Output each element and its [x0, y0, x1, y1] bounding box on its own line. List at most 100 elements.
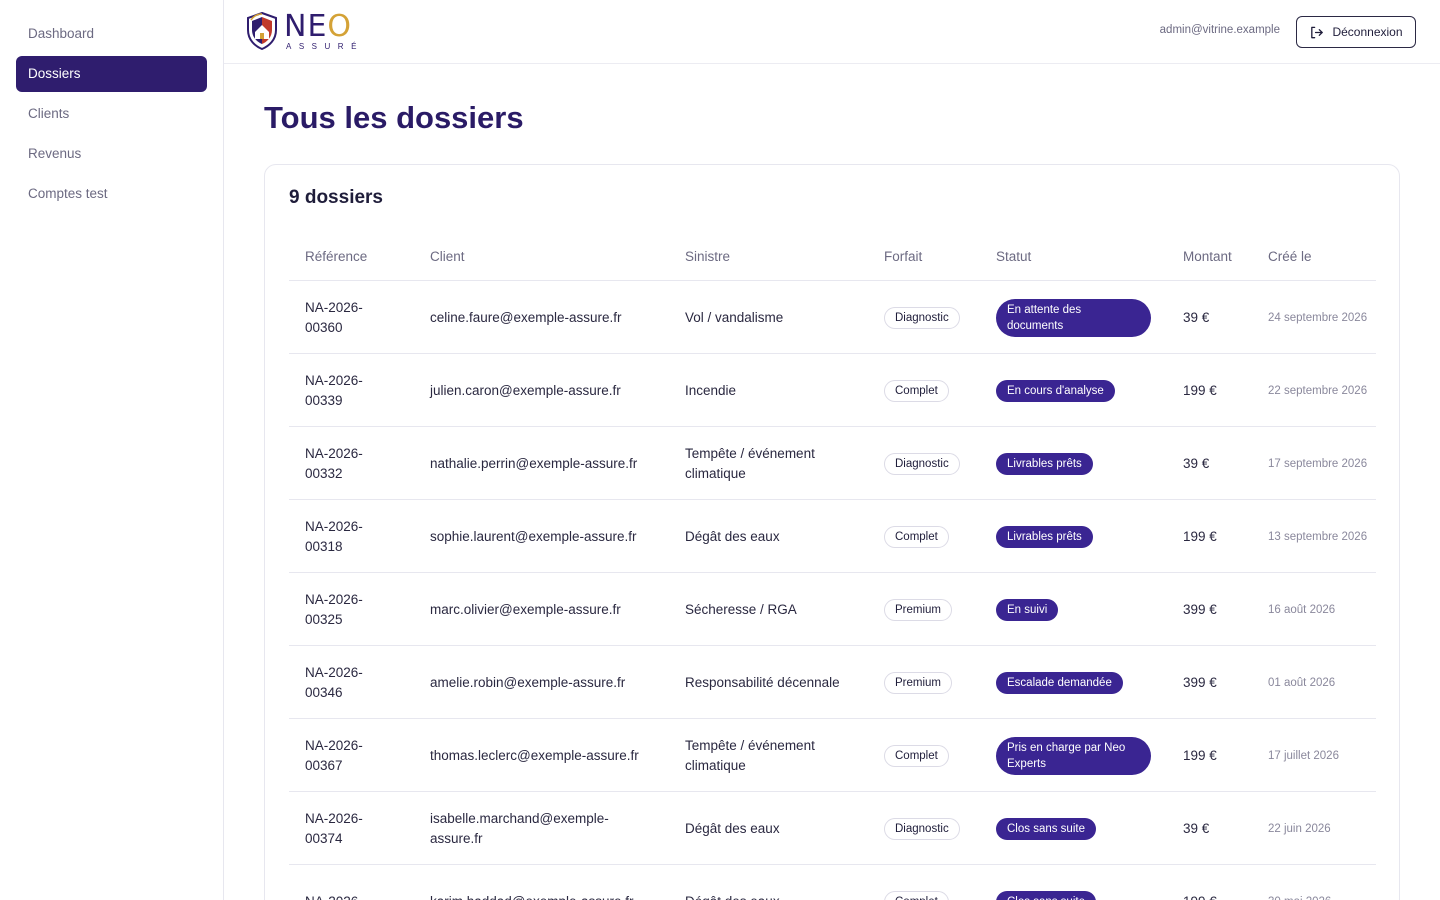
- col-header-cree-le[interactable]: Créé le: [1268, 249, 1312, 264]
- cell-client: nathalie.perrin@exemple-assure.fr: [430, 455, 638, 471]
- cell-sinistre: Responsabilité décennale: [685, 674, 840, 690]
- table-row[interactable]: NA-2026-00339 julien.caron@exemple-assure…: [289, 354, 1376, 427]
- cell-cree-le: 13 septembre 2026: [1268, 530, 1368, 543]
- cell-sinistre: Sécheresse / RGA: [685, 601, 797, 617]
- status-badge: Clos sans suite: [996, 890, 1096, 900]
- sidebar-item-dashboard[interactable]: Dashboard: [16, 16, 207, 52]
- cell-forfait: Premium: [884, 646, 984, 719]
- status-badge: En cours d'analyse: [996, 379, 1115, 402]
- forfait-badge: Diagnostic: [884, 817, 960, 840]
- table-row[interactable]: NA-2026- karim.haddad@exemple-assure.fr Dé…: [289, 865, 1376, 900]
- col-header-sinistre[interactable]: Sinistre: [685, 249, 730, 264]
- cell-reference[interactable]: NA-2026-00360: [305, 281, 395, 354]
- cell-reference[interactable]: NA-2026-00346: [305, 646, 395, 719]
- cell-montant: 199 €: [1183, 382, 1217, 398]
- cell-cree-le: 01 août 2026: [1268, 676, 1336, 689]
- status-badge: En attente des documents: [996, 298, 1151, 337]
- cell-montant: 39 €: [1183, 309, 1210, 325]
- cell-montant: 39 €: [1183, 455, 1210, 471]
- logout-icon: [1311, 26, 1324, 38]
- brand-logo[interactable]: NEO ASSURÉ: [246, 10, 376, 54]
- cell-cree-le: 16 août 2026: [1268, 603, 1336, 616]
- cell-reference[interactable]: NA-2026-00339: [305, 354, 395, 427]
- cell-cree-le: 22 juin 2026: [1268, 822, 1331, 835]
- status-badge: Pris en charge par Neo Experts: [996, 736, 1151, 775]
- cell-forfait: Diagnostic: [884, 427, 984, 500]
- logo-subtitle: ASSURÉ: [286, 42, 364, 51]
- cell-reference[interactable]: NA-2026-: [305, 865, 395, 900]
- table-row[interactable]: NA-2026-00360 celine.faure@exemple-assure…: [289, 281, 1376, 354]
- table-row[interactable]: NA-2026-00318 sophie.laurent@exemple-assu…: [289, 500, 1376, 573]
- cell-statut: En attente des documents: [996, 281, 1166, 354]
- cell-client: thomas.leclerc@exemple-assure.fr: [430, 747, 639, 763]
- sidebar-item-clients[interactable]: Clients: [16, 96, 207, 132]
- forfait-badge: Complet: [884, 525, 949, 548]
- cell-cree-le: 30 mai 2026: [1268, 865, 1376, 900]
- forfait-badge: Premium: [884, 598, 953, 621]
- sidebar-item-dossiers[interactable]: Dossiers: [16, 56, 207, 92]
- cell-client: isabelle.marchand@exemple-assure.fr: [430, 810, 609, 846]
- table-row[interactable]: NA-2026-00346 amelie.robin@exemple-assure…: [289, 646, 1376, 719]
- user-email: admin@vitrine.example: [1159, 24, 1280, 36]
- cell-reference[interactable]: NA-2026-00318: [305, 500, 395, 573]
- cell-sinistre: Tempête / événement climatique: [685, 445, 815, 481]
- sidebar: Dashboard Dossiers Clients Revenus Compt…: [0, 0, 224, 900]
- forfait-badge: Diagnostic: [884, 452, 960, 475]
- cell-montant: 199 €: [1183, 865, 1253, 900]
- forfait-badge: Complet: [884, 890, 949, 900]
- cell-forfait: Diagnostic: [884, 792, 984, 865]
- cell-client: celine.faure@exemple-assure.fr: [430, 309, 622, 325]
- col-header-reference[interactable]: Référence: [305, 249, 367, 264]
- table-row[interactable]: NA-2026-00332 nathalie.perrin@exemple-ass…: [289, 427, 1376, 500]
- sidebar-item-comptes-test[interactable]: Comptes test: [16, 176, 207, 212]
- cell-sinistre: Dégât des eaux: [685, 528, 780, 544]
- col-header-forfait[interactable]: Forfait: [884, 249, 922, 264]
- cell-statut: Escalade demandée: [996, 646, 1166, 719]
- table-header: Référence Client Sinistre Forfait Statut…: [289, 237, 1376, 281]
- cell-montant: 199 €: [1183, 747, 1217, 763]
- status-badge: Livrables prêts: [996, 452, 1093, 475]
- table-row[interactable]: NA-2026-00325 marc.olivier@exemple-assure…: [289, 573, 1376, 646]
- cell-forfait: Diagnostic: [884, 281, 984, 354]
- dossiers-card: 9 dossiers Référence Client Sinistre For…: [264, 164, 1400, 900]
- forfait-badge: Complet: [884, 744, 949, 767]
- cell-reference[interactable]: NA-2026-00367: [305, 719, 395, 792]
- col-header-statut[interactable]: Statut: [996, 249, 1031, 264]
- cell-client: sophie.laurent@exemple-assure.fr: [430, 528, 637, 544]
- logo-wordmark: NEO: [284, 9, 353, 44]
- table-row[interactable]: NA-2026-00374 isabelle.marchand@exemple-a…: [289, 792, 1376, 865]
- cell-montant: 39 €: [1183, 820, 1210, 836]
- forfait-badge: Diagnostic: [884, 306, 960, 329]
- forfait-badge: Premium: [884, 671, 953, 694]
- cell-forfait: Complet: [884, 354, 984, 427]
- cell-reference[interactable]: NA-2026-00374: [305, 792, 395, 865]
- col-header-client[interactable]: Client: [430, 249, 465, 264]
- cell-sinistre: Tempête / événement climatique: [685, 737, 815, 773]
- cell-statut: En cours d'analyse: [996, 354, 1166, 427]
- status-badge: En suivi: [996, 598, 1059, 621]
- cell-statut: Pris en charge par Neo Experts: [996, 719, 1166, 792]
- cell-forfait: Complet: [884, 865, 984, 900]
- cell-forfait: Complet: [884, 500, 984, 573]
- col-header-montant[interactable]: Montant: [1183, 249, 1232, 264]
- shield-logo-icon: [247, 12, 277, 50]
- cell-client: amelie.robin@exemple-assure.fr: [430, 674, 626, 690]
- sidebar-item-revenus[interactable]: Revenus: [16, 136, 207, 172]
- cell-reference[interactable]: NA-2026-00325: [305, 573, 395, 646]
- cell-sinistre: Dégât des eaux: [685, 820, 780, 836]
- cell-reference[interactable]: NA-2026-00332: [305, 427, 395, 500]
- logout-button[interactable]: Déconnexion: [1296, 16, 1416, 48]
- logout-label: Déconnexion: [1332, 25, 1403, 39]
- cell-cree-le: 22 septembre 2026: [1268, 384, 1368, 397]
- table-row[interactable]: NA-2026-00367 thomas.leclerc@exemple-assu…: [289, 719, 1376, 792]
- status-badge: Livrables prêts: [996, 525, 1093, 548]
- cell-cree-le: 17 septembre 2026: [1268, 457, 1368, 470]
- table-body: NA-2026-00360 celine.faure@exemple-assure…: [289, 281, 1376, 900]
- top-header: NEO ASSURÉ admin@vitrine.example Déconne…: [224, 0, 1440, 64]
- cell-statut: Livrables prêts: [996, 500, 1166, 573]
- cell-client: karim.haddad@exemple-assure.fr: [430, 865, 660, 900]
- cell-client: julien.caron@exemple-assure.fr: [430, 382, 621, 398]
- status-badge: Clos sans suite: [996, 817, 1096, 840]
- cell-forfait: Premium: [884, 573, 984, 646]
- cell-montant: 399 €: [1183, 601, 1217, 617]
